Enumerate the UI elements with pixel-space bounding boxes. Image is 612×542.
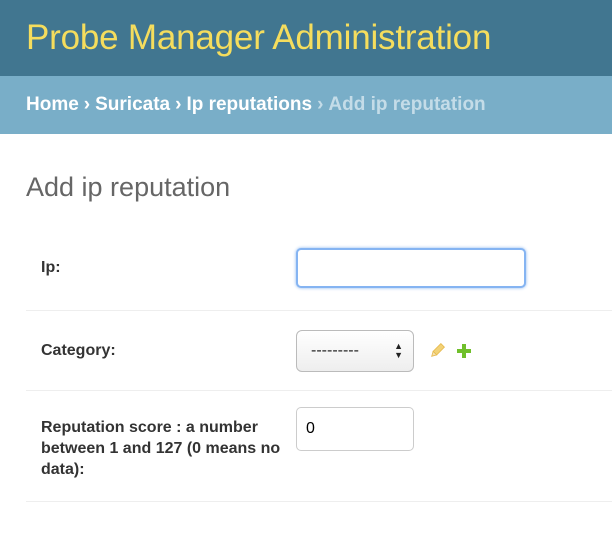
breadcrumb-separator: › — [175, 94, 182, 115]
category-select[interactable]: --------- ▲ ▼ — [296, 329, 414, 372]
plus-icon[interactable] — [456, 343, 472, 359]
reputation-score-input[interactable] — [296, 407, 414, 451]
form-row-ip: Ip: — [26, 225, 612, 311]
main-content: Add ip reputation Ip: Category: --------… — [0, 134, 612, 502]
select-arrows-icon: ▲ ▼ — [394, 340, 403, 360]
breadcrumb-separator: › — [83, 94, 91, 115]
site-name[interactable]: Probe Manager Administration — [26, 18, 491, 58]
breadcrumb-app-link[interactable]: Suricata — [95, 94, 170, 116]
page-title: Add ip reputation — [26, 172, 231, 202]
ip-label: Ip: — [41, 258, 61, 276]
breadcrumb-separator: › — [317, 94, 324, 115]
form-row-category: Category: --------- ▲ ▼ — [26, 311, 612, 391]
category-field: --------- ▲ ▼ — [296, 329, 472, 372]
breadcrumb-current: Add ip reputation — [328, 94, 486, 115]
pencil-icon[interactable] — [428, 342, 446, 360]
form-row-reputation-score: Reputation score : a number between 1 an… — [26, 391, 612, 502]
category-label: Category: — [41, 341, 116, 359]
ip-input[interactable] — [296, 247, 526, 288]
breadcrumb-home-link[interactable]: Home — [26, 94, 79, 116]
header: Probe Manager Administration — [0, 0, 612, 76]
breadcrumb: Home › Suricata › Ip reputations › Add i… — [0, 76, 612, 134]
category-selected-value: --------- — [311, 341, 359, 359]
reputation-score-label: Reputation score : a number between 1 an… — [41, 419, 281, 478]
breadcrumb-model-link[interactable]: Ip reputations — [186, 94, 312, 116]
